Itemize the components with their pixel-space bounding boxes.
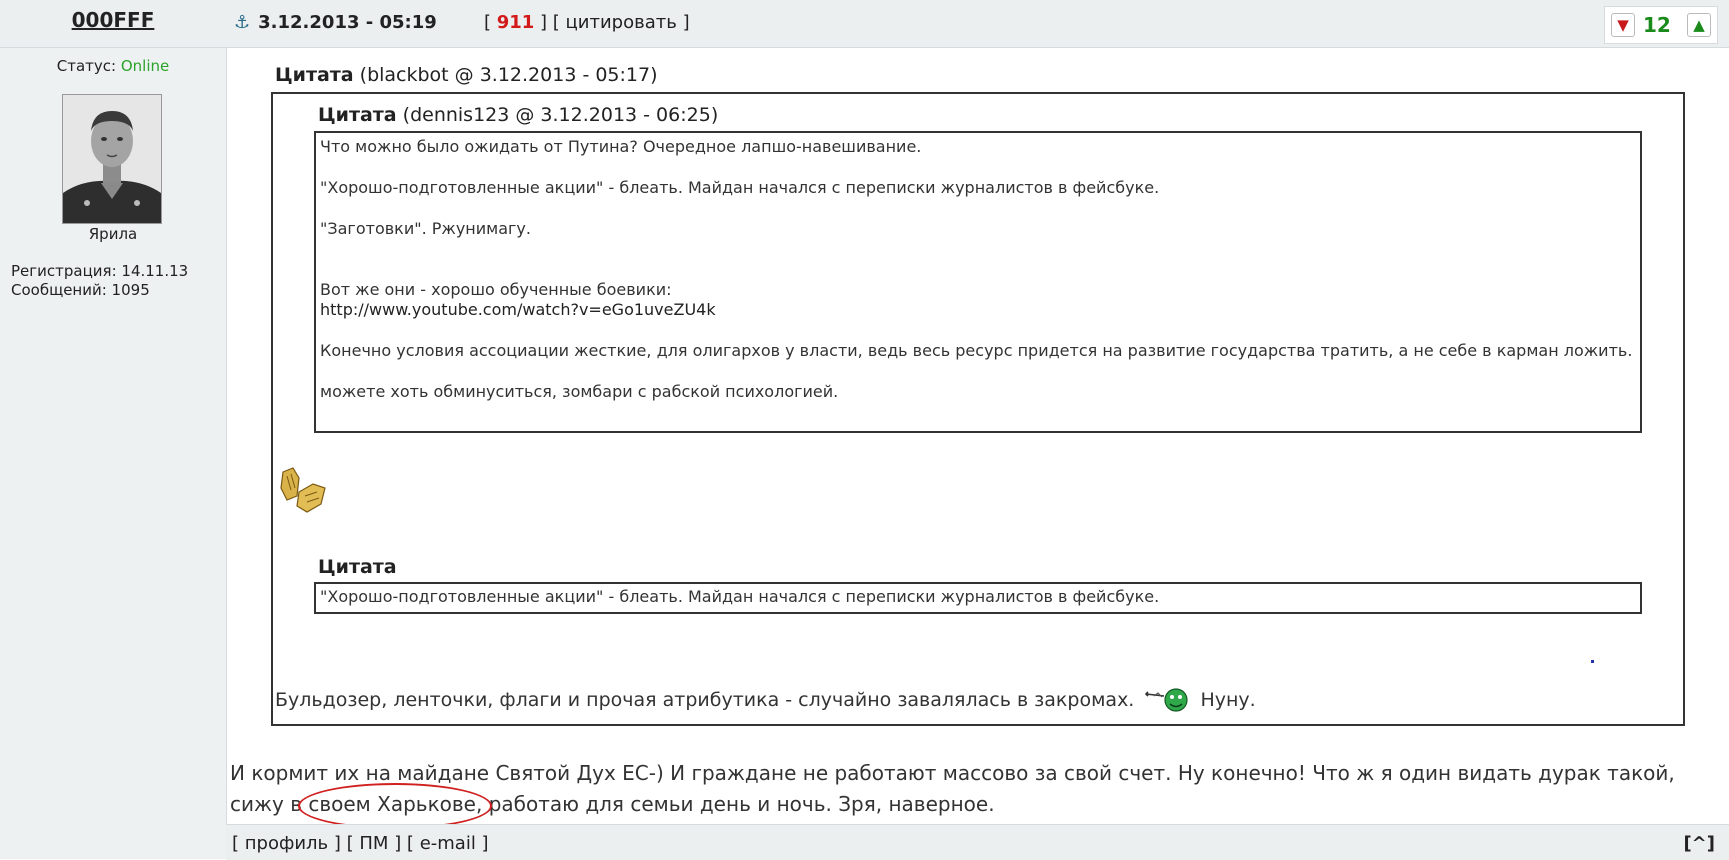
footer-links: [ профиль ] [ ПМ ] [ e-mail ]	[232, 833, 489, 854]
quote-box: Цитата (dennis123 @ 3.12.2013 - 06:25) Ч…	[271, 92, 1685, 726]
profile-link[interactable]: профиль	[245, 833, 328, 854]
nested-quote-box: Что можно было ожидать от Путина? Очеред…	[314, 131, 1642, 433]
thumbs-down-icon[interactable]: ▼	[1611, 13, 1635, 37]
dot-decoration	[1591, 660, 1594, 663]
quote-reply-text: Бульдозер, ленточки, флаги и прочая атри…	[275, 684, 1256, 714]
user-info: Регистрация: 14.11.13 Сообщений: 1095	[11, 262, 188, 300]
quote-link[interactable]: цитировать	[566, 12, 677, 33]
avatar-portrait	[63, 95, 161, 223]
highlight-text: своем Харькове,	[308, 792, 483, 816]
post-links: [ 911 ] [ цитировать ]	[484, 12, 690, 33]
message-count: Сообщений: 1095	[11, 281, 150, 299]
quote-box-small: "Хорошо-подготовленные акции" - блеать. …	[314, 582, 1642, 614]
avatar	[62, 94, 162, 224]
forum-post: 000FFF ⚓ 3.12.2013 - 05:19 [ 911 ] [ цити…	[0, 0, 1729, 860]
quote-paragraph: Что можно было ожидать от Путина? Очеред…	[320, 137, 922, 156]
username-link[interactable]: 000FFF	[0, 8, 226, 32]
rating-value: 12	[1643, 13, 1671, 37]
reply-text-2: Нуну.	[1200, 689, 1256, 711]
email-link[interactable]: e-mail	[420, 833, 476, 854]
status-label: Статус:	[56, 57, 117, 75]
nested-quote-text: Что можно было ожидать от Путина? Очеред…	[320, 137, 1636, 423]
quote-paragraph: Вот же они - хорошо обученные боевики: h…	[320, 280, 1636, 320]
thumbs-up-icon[interactable]: ▲	[1687, 13, 1711, 37]
status-value: Online	[120, 57, 170, 75]
quote-paragraph: Конечно условия ассоциации жесткие, для …	[320, 341, 1633, 360]
reply-text: Бульдозер, ленточки, флаги и прочая атри…	[275, 689, 1135, 711]
rating-box: ▼ 12 ▲	[1604, 6, 1718, 44]
post-header: 000FFF ⚓ 3.12.2013 - 05:19 [ 911 ] [ цити…	[0, 0, 1729, 48]
clapping-hands-icon	[280, 467, 326, 513]
registration-date: Регистрация: 14.11.13	[11, 262, 189, 280]
quote-paragraph: "Заготовки". Ржунимагу.	[320, 219, 531, 238]
nested-quote-title: Цитата	[318, 104, 397, 126]
anchor-icon[interactable]: ⚓	[234, 12, 250, 33]
youtube-link[interactable]: http://www.youtube.com/watch?v=eGo1uveZU…	[320, 300, 716, 319]
user-title: Ярила	[88, 225, 138, 243]
post-main-text: И кормит их на майдане Святой Дух ЕС-) И…	[230, 758, 1720, 829]
quote-text: "Хорошо-подготовленные акции" - блеать. …	[320, 587, 1160, 606]
post-footer: [ профиль ] [ ПМ ] [ e-mail ] [^]	[226, 824, 1729, 860]
highlighted-text: своем Харькове,	[298, 783, 493, 829]
smiley-icon	[1145, 688, 1189, 712]
nested-quote-header: Цитата (dennis123 @ 3.12.2013 - 06:25)	[318, 104, 718, 126]
quote-meta: (blackbot @ 3.12.2013 - 05:17)	[359, 64, 658, 86]
pm-link[interactable]: ПМ	[359, 833, 388, 854]
nested-quote-meta: (dennis123 @ 3.12.2013 - 06:25)	[402, 104, 719, 126]
post-datetime-wrapper: ⚓ 3.12.2013 - 05:19	[234, 12, 437, 33]
main-text-part: работаю для семьи день и ночь. Зря, наве…	[482, 792, 995, 816]
quote-paragraph: можете хоть обминуситься, зомбари с рабс…	[320, 382, 839, 401]
quote-title: Цитата	[318, 556, 397, 578]
user-status: Статус: Online	[0, 57, 226, 75]
post-number-link[interactable]: 911	[497, 12, 535, 33]
scroll-top-link[interactable]: [^]	[1683, 833, 1715, 854]
quote-title: Цитата	[275, 64, 354, 86]
quote-paragraph: "Хорошо-подготовленные акции" - блеать. …	[320, 178, 1160, 197]
quote-link-label: Вот же они - хорошо обученные боевики:	[320, 280, 672, 299]
post-datetime: 3.12.2013 - 05:19	[258, 12, 437, 33]
quote-header: Цитата (blackbot @ 3.12.2013 - 05:17)	[275, 64, 658, 86]
